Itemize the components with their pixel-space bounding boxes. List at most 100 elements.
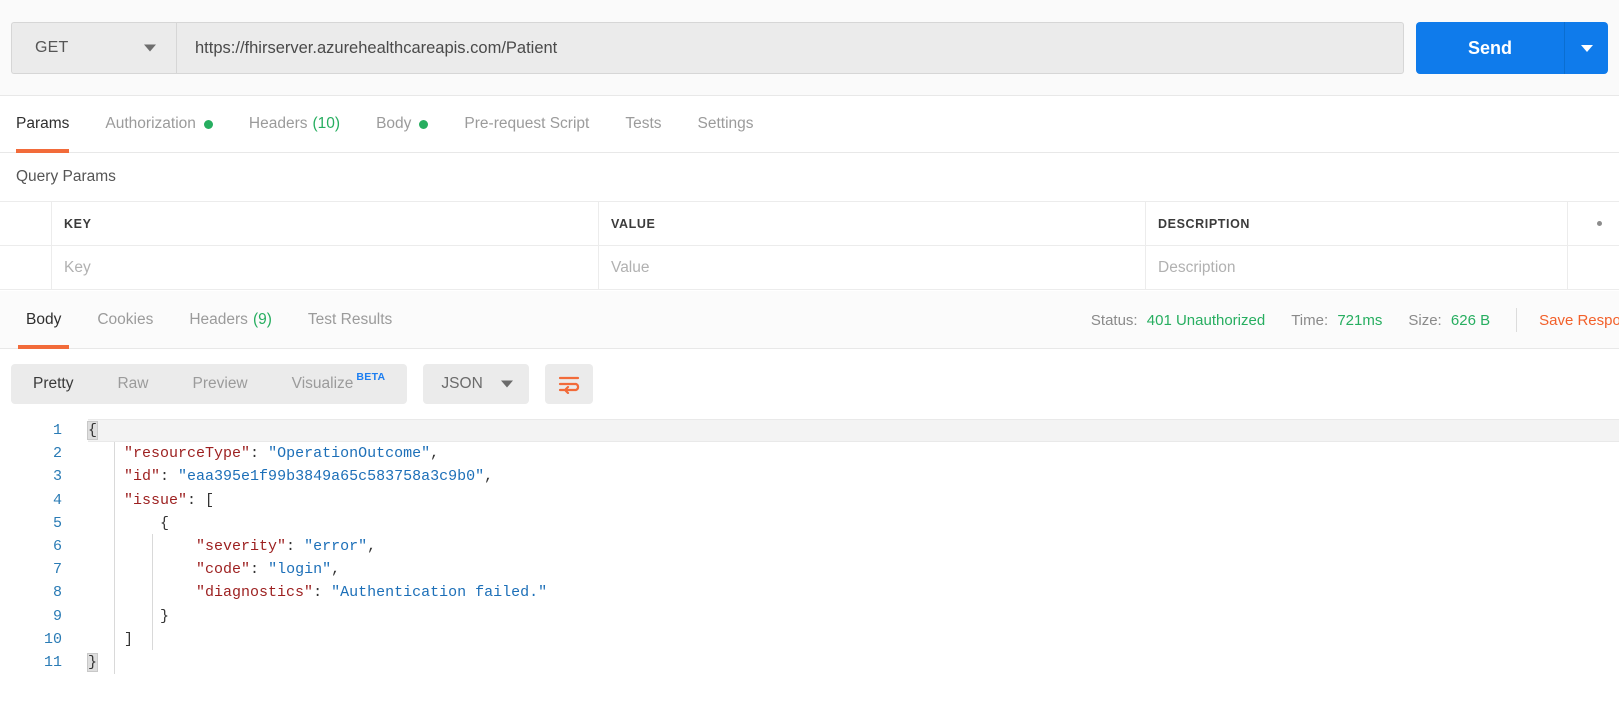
divider <box>1516 308 1518 332</box>
status-dot-icon <box>419 119 429 129</box>
column-header-value: VALUE <box>599 202 1146 245</box>
bulk-edit-button[interactable] <box>1567 202 1619 245</box>
tab-label: Body <box>376 115 412 132</box>
tab-label: Authorization <box>105 115 196 132</box>
tab-label: Body <box>26 310 62 328</box>
postman-request-response-pane: GET https://fhirserver.azurehealthcareap… <box>0 0 1619 720</box>
status-dot-icon <box>203 119 213 129</box>
code-text: "id": "eaa395e1f99b3849a65c583758a3c9b0"… <box>124 468 494 486</box>
tab-label: Tests <box>625 115 662 132</box>
placeholder-text: Value <box>611 258 650 276</box>
wrap-lines-button[interactable] <box>545 364 594 404</box>
tab-headers[interactable]: Headers (10) <box>249 96 340 153</box>
time-label-text: Time: <box>1291 311 1329 329</box>
size-value: 626 B <box>1450 311 1491 329</box>
tab-tests[interactable]: Tests <box>625 96 661 153</box>
size-label-text: Size: <box>1408 311 1442 329</box>
response-tab-body[interactable]: Body <box>17 291 70 349</box>
time-label: Time: 721ms <box>1291 312 1382 329</box>
view-mode-visualize[interactable]: Visualize BETA <box>270 364 408 404</box>
param-description-input[interactable]: Description <box>1146 246 1567 289</box>
code-line: 2 "resourceType": "OperationOutcome", <box>0 442 1619 465</box>
tab-count: (9) <box>252 310 272 328</box>
table-row: Key Value Description <box>0 246 1619 290</box>
view-mode-label: Preview <box>192 375 248 392</box>
placeholder-text: Description <box>1158 258 1236 276</box>
code-line: 6 "severity": "error", <box>0 535 1619 558</box>
line-number: 1 <box>52 422 62 439</box>
code-text: } <box>86 652 99 672</box>
view-mode-preview[interactable]: Preview <box>171 364 270 404</box>
tab-label: Test Results <box>307 310 393 328</box>
time-value: 721ms <box>1337 311 1383 329</box>
status-label-text: Status: <box>1090 311 1138 329</box>
line-number: 5 <box>52 514 62 532</box>
code-line: 5 { <box>0 512 1619 535</box>
tab-settings[interactable]: Settings <box>698 96 754 153</box>
line-number: 9 <box>52 607 62 625</box>
tab-label: Params <box>16 115 70 132</box>
view-mode-label: Raw <box>117 375 149 392</box>
response-tab-test-results[interactable]: Test Results <box>308 291 392 349</box>
response-view-toolbar: Pretty Raw Preview Visualize BETA JSON <box>0 349 1619 419</box>
view-mode-pretty[interactable]: Pretty <box>11 364 95 404</box>
indent-guide <box>152 534 153 650</box>
view-mode-group: Pretty Raw Preview Visualize BETA <box>11 364 408 404</box>
tab-params[interactable]: Params <box>16 96 70 153</box>
param-key-input[interactable]: Key <box>52 246 599 289</box>
send-button-group: Send <box>1416 22 1608 74</box>
code-text: "resourceType": "OperationOutcome", <box>124 445 440 463</box>
tab-body[interactable]: Body <box>376 96 429 153</box>
line-number: 6 <box>52 537 62 555</box>
code-line: 7 "code": "login", <box>0 558 1619 581</box>
code-line: 4 "issue": [ <box>0 489 1619 512</box>
save-response-button[interactable]: Save Response <box>1539 312 1619 329</box>
chevron-down-icon <box>1580 44 1593 52</box>
row-checkbox-cell[interactable] <box>0 246 52 289</box>
status-label: Status: 401 Unauthorized <box>1091 312 1265 329</box>
response-format-select[interactable]: JSON <box>423 364 530 404</box>
line-number: 2 <box>52 445 62 463</box>
tab-count: (10) <box>312 115 341 132</box>
send-options-button[interactable] <box>1564 22 1608 74</box>
code-text: ] <box>88 630 134 648</box>
column-header-key: KEY <box>52 202 599 245</box>
row-actions-cell <box>1567 246 1619 289</box>
dots-icon <box>1597 221 1602 226</box>
query-params-table: KEY VALUE DESCRIPTION Key Value Descript… <box>0 201 1619 290</box>
code-line: 9 } <box>0 605 1619 628</box>
indent-guide <box>114 442 115 674</box>
code-line: 1{ <box>0 419 1619 442</box>
tab-label: Cookies <box>97 310 154 328</box>
code-text: "issue": [ <box>124 491 215 509</box>
chevron-down-icon <box>144 44 156 52</box>
url-input[interactable]: https://fhirserver.azurehealthcareapis.c… <box>176 22 1404 74</box>
response-status-bar: Status: 401 Unauthorized Time: 721ms Siz… <box>1065 291 1619 349</box>
status-badge: 401 Unauthorized <box>1146 311 1266 329</box>
column-label: DESCRIPTION <box>1158 216 1251 231</box>
tab-label: Headers <box>248 115 308 132</box>
column-label: KEY <box>64 216 92 231</box>
query-params-title: Query Params <box>0 153 1619 201</box>
response-tab-headers[interactable]: Headers (9) <box>189 291 272 349</box>
http-method-select[interactable]: GET <box>11 22 176 74</box>
tab-label: Headers <box>189 310 248 328</box>
param-value-input[interactable]: Value <box>599 246 1146 289</box>
chevron-down-icon <box>501 380 514 388</box>
code-text: "severity": "error", <box>196 537 377 555</box>
line-number: 7 <box>52 561 62 579</box>
tab-authorization[interactable]: Authorization <box>105 96 213 153</box>
response-body-editor[interactable]: 1{2 "resourceType": "OperationOutcome", 3… <box>0 419 1619 720</box>
view-mode-raw[interactable]: Raw <box>95 364 170 404</box>
code-line: 8 "diagnostics": "Authentication failed.… <box>0 581 1619 604</box>
column-label: VALUE <box>611 216 656 231</box>
tab-label: Settings <box>697 115 754 132</box>
response-tab-cookies[interactable]: Cookies <box>97 291 153 349</box>
select-all-cell[interactable] <box>0 202 52 245</box>
line-number: 4 <box>52 491 62 509</box>
tab-pre-request-script[interactable]: Pre-request Script <box>464 96 589 153</box>
code-line: 3 "id": "eaa395e1f99b3849a65c583758a3c9b… <box>0 465 1619 488</box>
send-button[interactable]: Send <box>1416 22 1564 74</box>
code-text: { <box>86 421 99 440</box>
code-text: "diagnostics": "Authentication failed." <box>196 584 548 602</box>
